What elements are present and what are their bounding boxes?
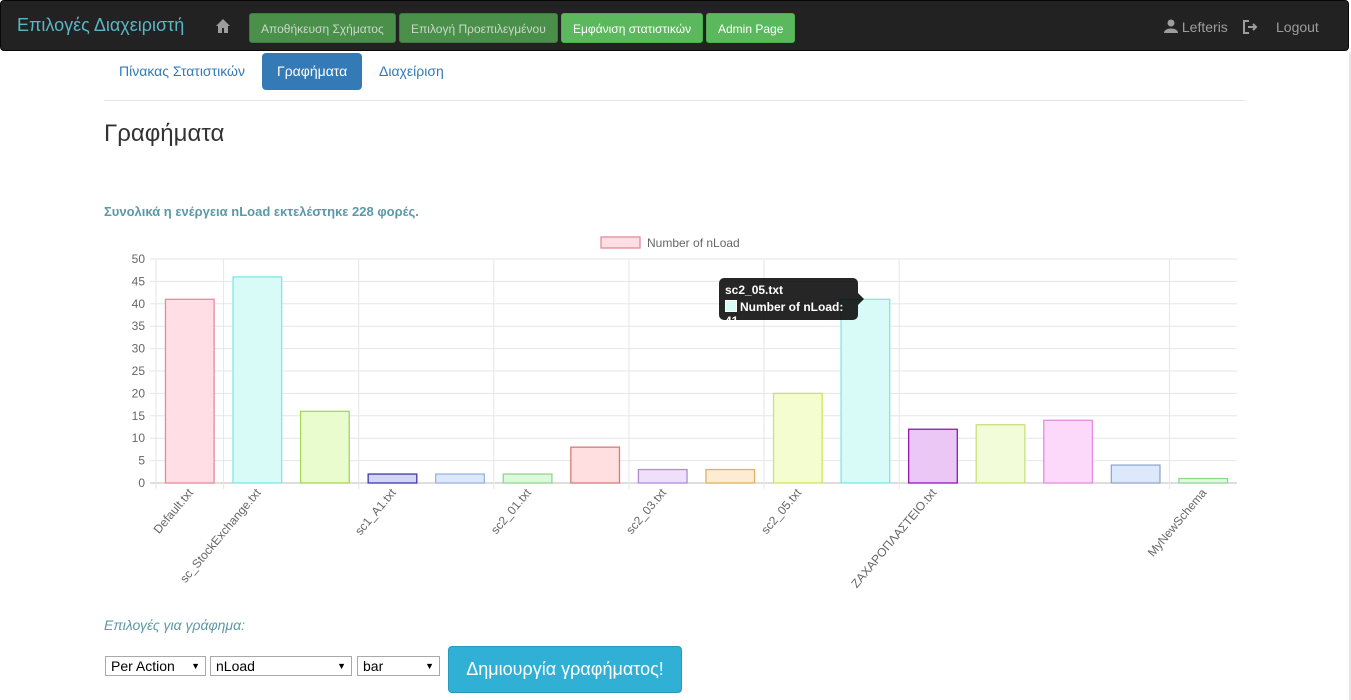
page-title: Γραφήματα (104, 120, 225, 147)
chart-type-select[interactable]: bar ▼ (357, 656, 440, 676)
chevron-down-icon: ▼ (337, 661, 346, 671)
group-by-select[interactable]: Per Action ▼ (105, 656, 206, 676)
bar (1110, 464, 1161, 484)
nav-tabs: Πίνακας Στατιστικών Γραφήματα Διαχείριση (104, 51, 1245, 101)
tooltip-swatch (725, 300, 737, 312)
legend-swatch (600, 236, 641, 249)
admin-page-button[interactable]: Admin Page (706, 13, 796, 43)
chart-tooltip: sc2_05.txt Number of nLoad: 41 (719, 278, 864, 328)
bar (772, 392, 823, 484)
bar (164, 298, 215, 484)
y-tick-label: 45 (132, 274, 146, 288)
save-schema-button[interactable]: Αποθήκευση Σχήματος (249, 13, 396, 43)
tab-management[interactable]: Διαχείριση (364, 53, 459, 90)
x-tick-label: sc1_A1.txt (352, 485, 399, 537)
bar (570, 446, 621, 484)
y-tick-label: 10 (132, 431, 146, 445)
chart-options-label: Επιλογές για γράφημα: (104, 617, 245, 633)
y-tick-label: 0 (138, 476, 145, 490)
bar (705, 468, 756, 484)
logout-link[interactable]: Logout (1276, 19, 1319, 35)
bar-chart: 05101520253035404550Default.txtsc_StockE… (132, 236, 1237, 591)
x-tick-label: sc2_05.txt (758, 485, 804, 536)
chevron-down-icon: ▼ (425, 661, 434, 671)
user-name: Lefteris (1181, 19, 1228, 35)
logout-icon[interactable] (1243, 20, 1259, 34)
y-tick-label: 40 (132, 297, 146, 311)
bar (907, 428, 958, 484)
x-tick-label: Default.txt (151, 485, 197, 536)
user-link[interactable]: Lefteris (1164, 19, 1228, 35)
bar (232, 276, 283, 484)
bar (435, 473, 486, 484)
y-tick-label: 30 (132, 342, 146, 356)
bar (975, 424, 1026, 484)
summary-text: Συνολικά η ενέργεια nLoad εκτελέστηκε 22… (104, 204, 419, 219)
y-tick-label: 20 (132, 386, 146, 400)
y-tick-label: 15 (132, 409, 146, 423)
tooltip-text: Number of nLoad: 41 (725, 300, 844, 328)
group-by-value: Per Action (111, 658, 175, 674)
create-chart-button[interactable]: Δημιουργία γραφήματος! (448, 646, 682, 693)
tooltip-line: Number of nLoad: 41 (725, 300, 852, 328)
home-icon[interactable] (215, 18, 231, 34)
y-tick-label: 35 (132, 319, 146, 333)
x-tick-label: MyNewSchema (1145, 486, 1210, 560)
select-default-button[interactable]: Επιλογή Προεπιλεγμένου (399, 13, 558, 43)
tooltip-title: sc2_05.txt (725, 283, 784, 297)
bar (299, 410, 350, 484)
chart-type-value: bar (363, 658, 384, 674)
tab-statistics-table[interactable]: Πίνακας Στατιστικών (104, 53, 260, 90)
action-value: nLoad (216, 658, 255, 674)
chevron-down-icon: ▼ (191, 661, 200, 671)
y-tick-label: 5 (138, 454, 145, 468)
show-stats-button[interactable]: Εμφάνιση στατιστικών (561, 13, 704, 43)
navbar-brand[interactable]: Επιλογές Διαχειριστή (17, 15, 184, 36)
user-icon (1164, 19, 1178, 33)
legend-label: Number of nLoad (647, 236, 740, 250)
x-tick-label: sc2_03.txt (623, 485, 669, 536)
action-select[interactable]: nLoad ▼ (210, 656, 352, 676)
tab-charts[interactable]: Γραφήματα (262, 53, 363, 90)
x-tick-label: ΖΑΧΑΡΟΠΛΑΣΤΕΙΟ.txt (848, 485, 939, 590)
bar (367, 473, 418, 484)
y-tick-label: 25 (132, 364, 146, 378)
x-tick-label: sc2_01.txt (488, 485, 534, 536)
bar (1043, 419, 1094, 484)
top-navbar: Επιλογές Διαχειριστή Αποθήκευση Σχήματος… (0, 0, 1349, 51)
bar (637, 468, 688, 484)
bar (502, 473, 553, 484)
y-tick-label: 50 (132, 252, 146, 266)
bar (1178, 477, 1229, 484)
